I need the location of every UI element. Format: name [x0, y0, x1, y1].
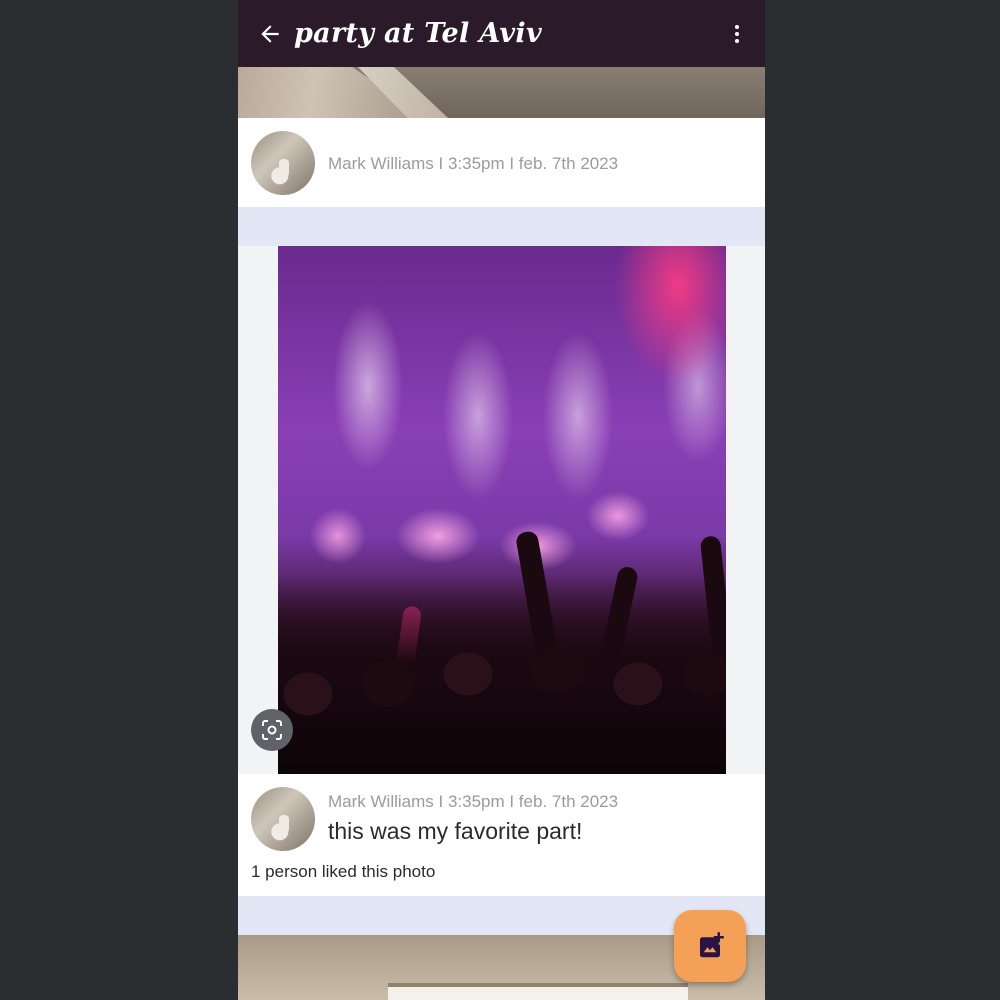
post-meta: Mark Williams I 3:35pm I feb. 7th 2023	[328, 792, 619, 811]
phone-screen: party at Tel Aviv Mark Williams I 3:35pm…	[238, 0, 765, 1000]
likes-count[interactable]: 1 person liked this photo	[251, 862, 435, 882]
post-photo-container	[238, 246, 765, 774]
post-details: Mark Williams I 3:35pm I feb. 7th 2023 t…	[238, 774, 765, 896]
post-meta: Mark Williams I 3:35pm I feb. 7th 2023	[328, 154, 619, 173]
page-title: party at Tel Aviv	[294, 18, 542, 49]
add-photo-icon	[700, 932, 724, 958]
more-vert-icon	[735, 25, 739, 43]
arrow-back-icon	[261, 25, 279, 43]
post-caption: this was my favorite part!	[328, 818, 583, 844]
app-bar: party at Tel Aviv	[238, 0, 765, 67]
crowd	[278, 574, 726, 774]
party-photo[interactable]	[278, 246, 726, 774]
more-options-button[interactable]	[719, 12, 755, 56]
previous-post-photo[interactable]	[238, 67, 765, 118]
avatar[interactable]	[251, 787, 315, 851]
image-search-icon	[262, 720, 282, 740]
add-photo-button[interactable]	[674, 910, 746, 982]
avatar[interactable]	[251, 131, 315, 195]
lens-button[interactable]	[251, 709, 293, 751]
back-button[interactable]	[248, 12, 292, 56]
post-header: Mark Williams I 3:35pm I feb. 7th 2023	[238, 118, 765, 207]
photo-detail	[388, 983, 688, 1000]
